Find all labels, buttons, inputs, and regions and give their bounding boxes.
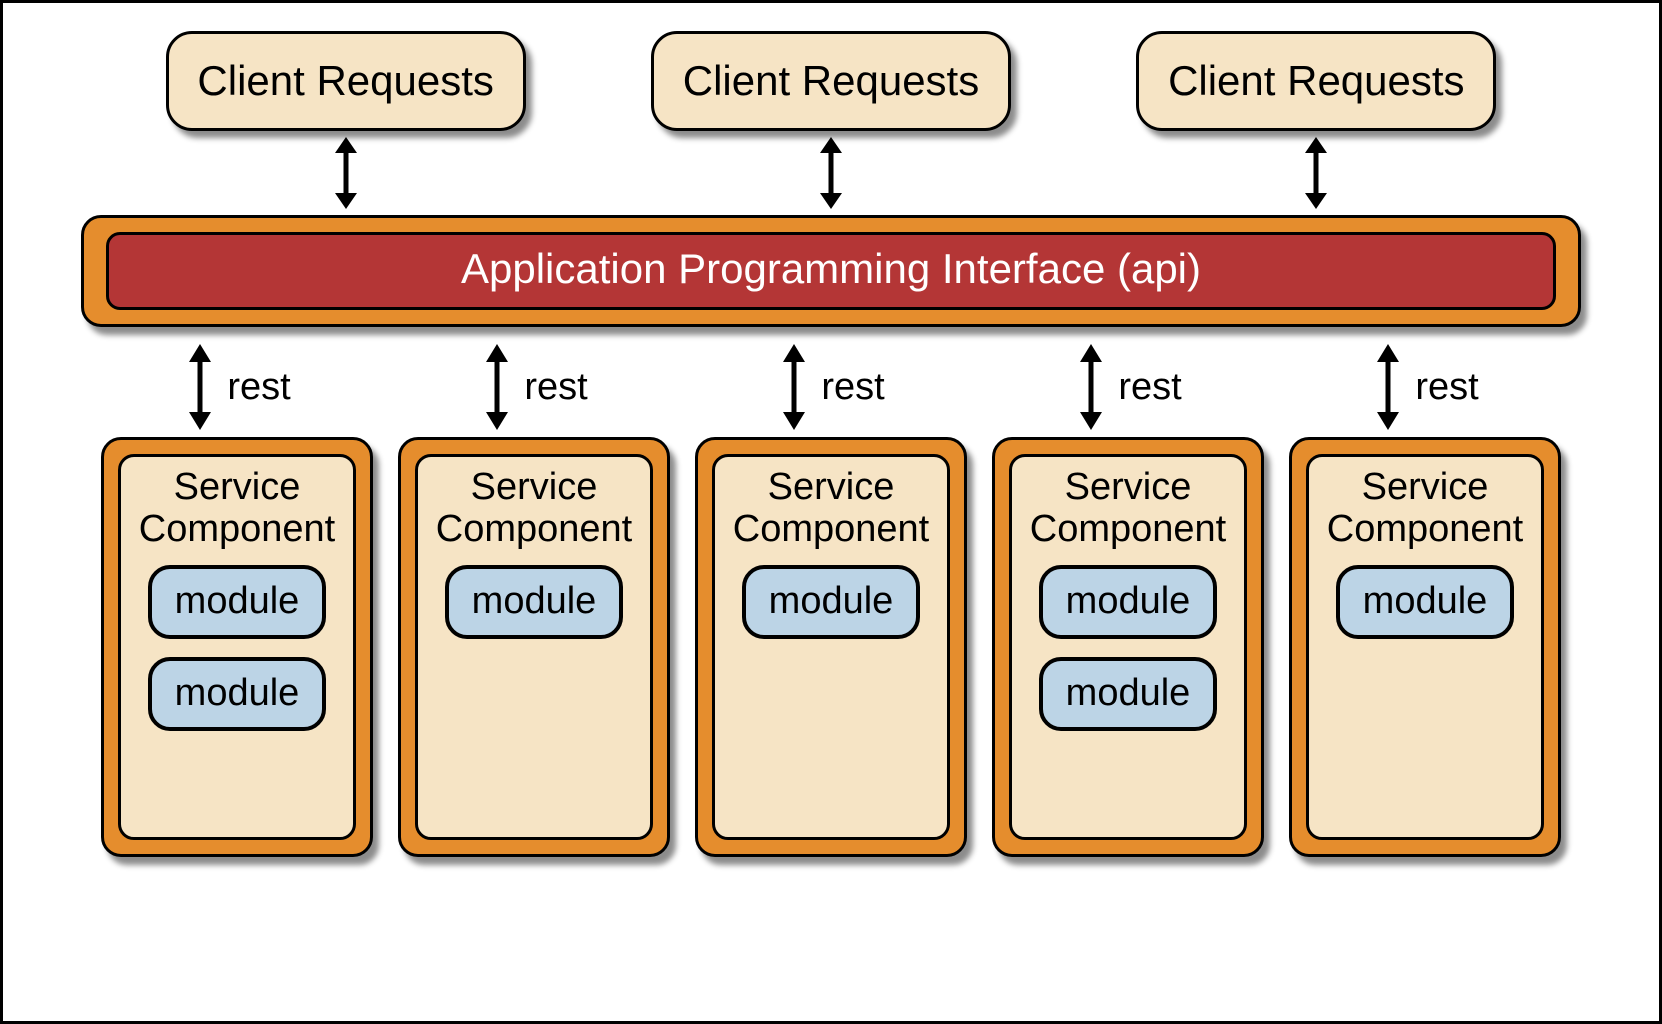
service-component-title: Service Component [436,467,632,551]
rest-label: rest [524,366,587,409]
module-label: module [1363,580,1488,623]
rest-connector: rest [398,341,670,433]
rest-label: rest [1415,366,1478,409]
module-box: module [1336,565,1514,639]
client-request-label: Client Requests [197,57,493,105]
rest-label: rest [1118,366,1181,409]
service-component-title: Service Component [1327,467,1523,551]
service-component-title: Service Component [1030,467,1226,551]
service-component-inner: Service Component module module [1009,454,1247,840]
client-request-box: Client Requests [651,31,1011,131]
module-box: module [1039,565,1217,639]
service-component-inner: Service Component module [1306,454,1544,840]
api-bar: Application Programming Interface (api) [81,215,1581,327]
module-box: module [148,657,326,731]
service-component-box: Service Component module module [992,437,1264,857]
client-request-label: Client Requests [1168,57,1464,105]
module-label: module [175,580,300,623]
double-arrow-icon [1074,344,1108,430]
rest-connectors-row: rest rest rest rest [63,341,1599,433]
service-component-inner: Service Component module [415,454,653,840]
client-request-box: Client Requests [1136,31,1496,131]
double-arrow-icon [1299,137,1333,209]
module-box: module [742,565,920,639]
client-request-box: Client Requests [166,31,526,131]
service-component-box: Service Component module [398,437,670,857]
service-component-title: Service Component [733,467,929,551]
double-arrow-icon [183,344,217,430]
api-label: Application Programming Interface (api) [461,245,1201,292]
service-component-box: Service Component module module [101,437,373,857]
rest-connector: rest [992,341,1264,433]
double-arrow-icon [814,137,848,209]
service-component-box: Service Component module [1289,437,1561,857]
double-arrow-icon [329,137,363,209]
architecture-diagram: Client Requests Client Requests Client R… [0,0,1662,1024]
rest-connector: rest [1289,341,1561,433]
service-component-box: Service Component module [695,437,967,857]
module-box: module [1039,657,1217,731]
client-request-label: Client Requests [683,57,979,105]
service-component-inner: Service Component module [712,454,950,840]
double-arrow-icon [1371,344,1405,430]
clients-row: Client Requests Client Requests Client R… [63,31,1599,131]
module-label: module [175,672,300,715]
service-component-inner: Service Component module module [118,454,356,840]
service-component-title: Service Component [139,467,335,551]
module-label: module [1066,672,1191,715]
double-arrow-icon [480,344,514,430]
module-label: module [769,580,894,623]
client-api-arrows [63,137,1599,213]
double-arrow-icon [777,344,811,430]
api-inner: Application Programming Interface (api) [106,232,1556,310]
module-label: module [472,580,597,623]
services-row: Service Component module module Service … [63,437,1599,981]
module-box: module [445,565,623,639]
rest-label: rest [821,366,884,409]
rest-connector: rest [695,341,967,433]
rest-connector: rest [101,341,373,433]
module-label: module [1066,580,1191,623]
rest-label: rest [227,366,290,409]
module-box: module [148,565,326,639]
